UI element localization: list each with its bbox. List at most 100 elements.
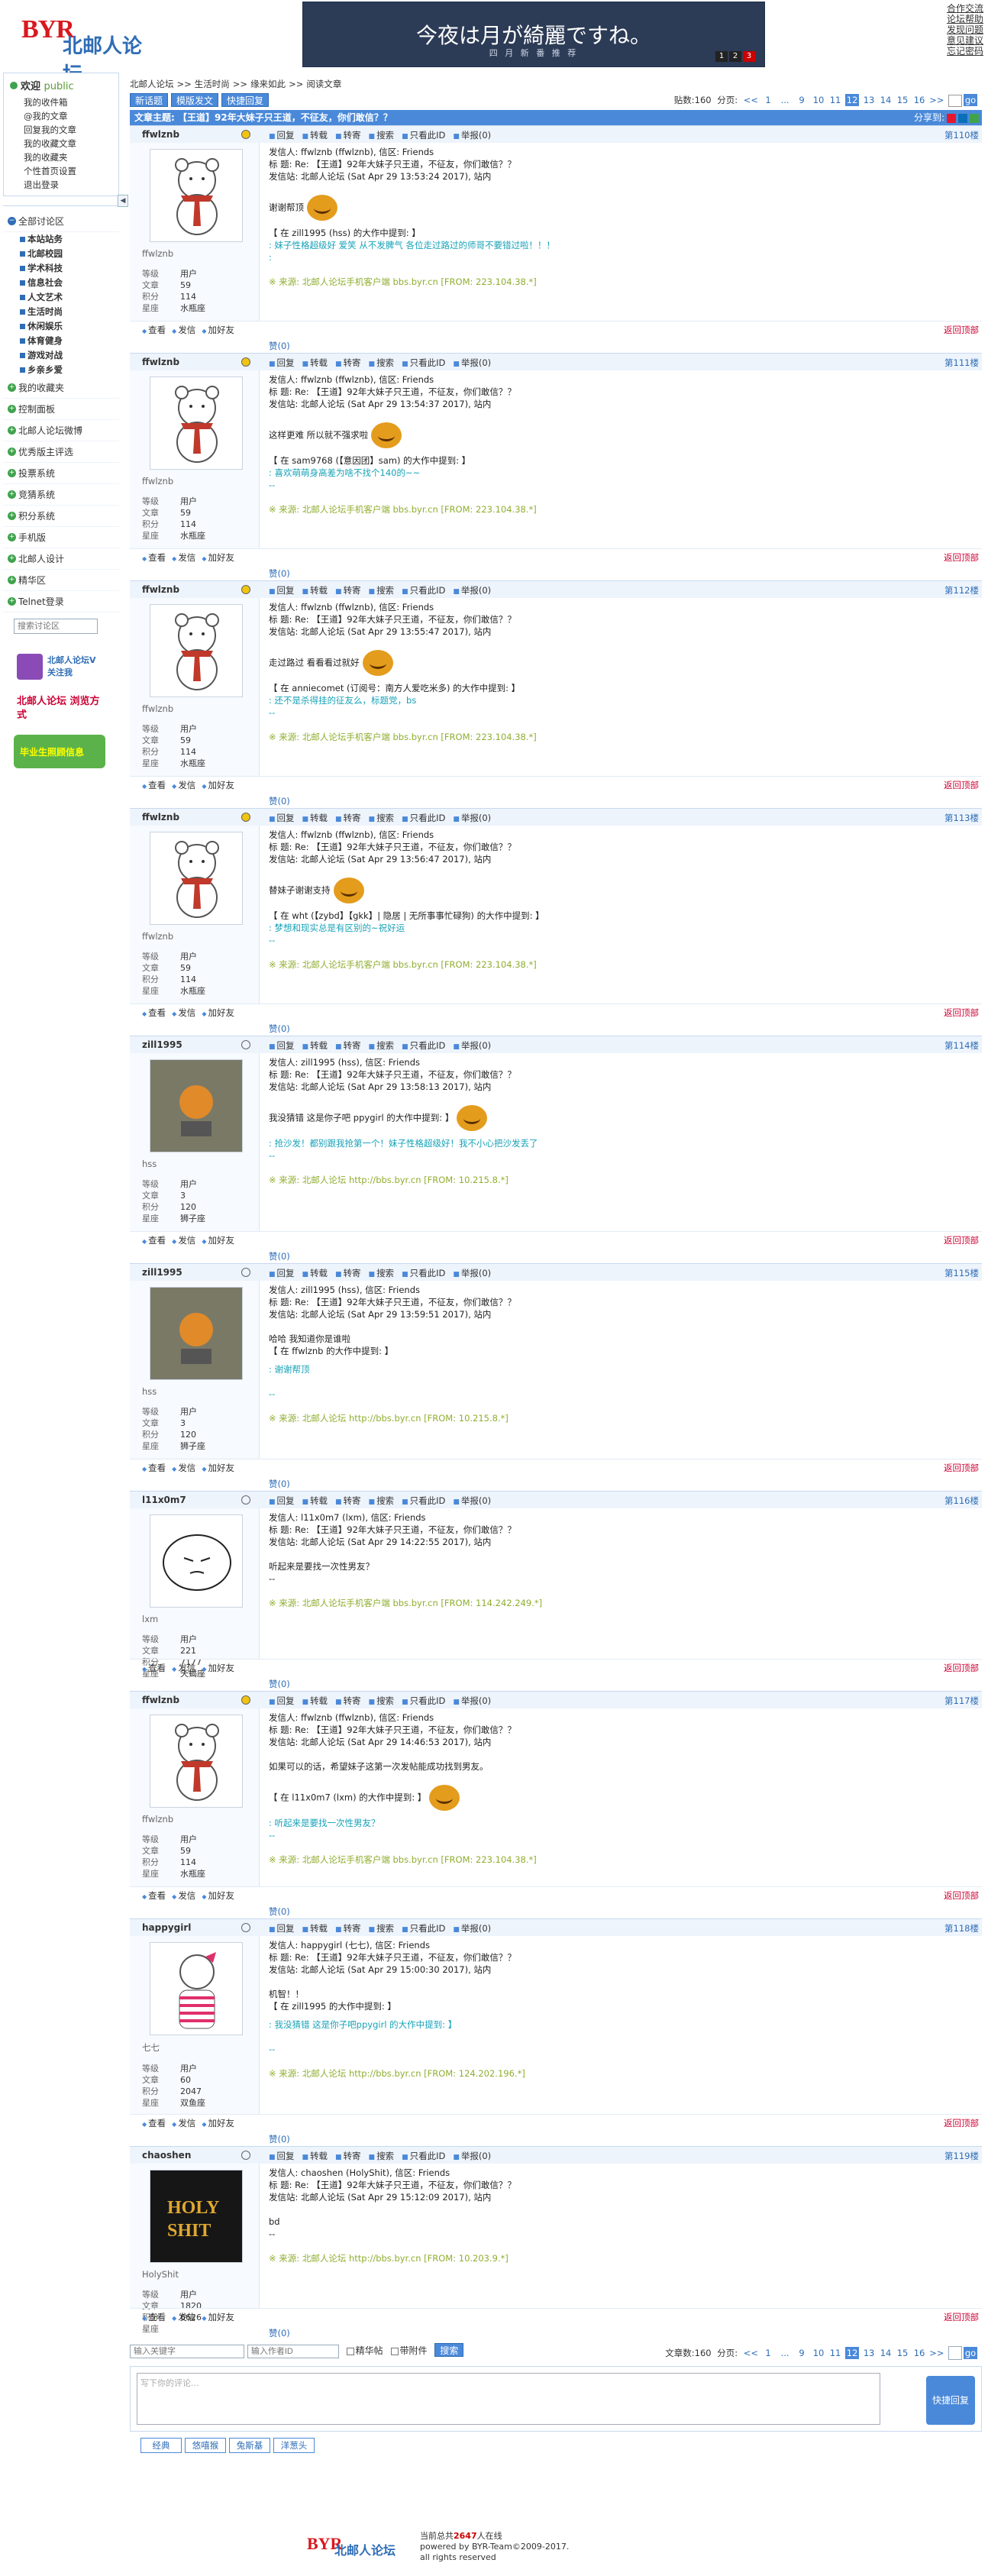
elite-checkbox[interactable] (346, 2347, 354, 2355)
avatar[interactable]: HOLY SHIT (150, 2170, 243, 2263)
page-last[interactable]: >> (929, 94, 944, 106)
link-report-issue[interactable]: 发现问题 (947, 24, 983, 35)
page-10[interactable]: 10 (812, 94, 825, 106)
mail-link[interactable]: 发信 (172, 1663, 195, 1673)
reply-button[interactable]: 回复 (269, 2151, 295, 2161)
report-button[interactable]: 举报(0) (453, 813, 491, 823)
section-games[interactable]: 游戏对战 (20, 348, 119, 363)
like-button[interactable]: 赞(0) (269, 1023, 290, 1035)
back-to-top-link[interactable]: 返回顶部 (944, 2311, 979, 2323)
post-author-id[interactable]: ffwlznb (142, 1695, 179, 1705)
page-12[interactable]: 12 (845, 94, 860, 106)
search-button[interactable]: 搜索 (369, 1695, 395, 1706)
add-friend-link[interactable]: 加好友 (202, 1890, 234, 1901)
search-button[interactable]: 搜索 (369, 130, 395, 141)
back-to-top-link[interactable]: 返回顶部 (944, 1889, 979, 1902)
mail-link[interactable]: 发信 (172, 780, 195, 790)
section-arts[interactable]: 人文艺术 (20, 290, 119, 305)
search-button[interactable]: 搜索 (369, 2151, 395, 2161)
quick-reply-submit[interactable]: 快捷回复 (926, 2376, 975, 2425)
back-to-top-link[interactable]: 返回顶部 (944, 324, 979, 336)
floor-number[interactable]: 第119楼 (944, 2150, 979, 2162)
only-id-button[interactable]: 只看此ID (402, 1923, 445, 1934)
avatar[interactable] (150, 832, 243, 925)
add-friend-link[interactable]: 加好友 (202, 780, 234, 790)
banner-page-3[interactable]: 3 (743, 51, 755, 62)
add-friend-link[interactable]: 加好友 (202, 552, 234, 563)
nav-guess[interactable]: + 竞猜系统 (3, 484, 119, 506)
avatar[interactable] (150, 604, 243, 697)
post-author-id[interactable]: ffwlznb (142, 357, 179, 367)
back-to-top-link[interactable]: 返回顶部 (944, 1662, 979, 1674)
view-link[interactable]: 查看 (142, 2312, 166, 2322)
floor-number[interactable]: 第116楼 (944, 1495, 979, 1507)
like-button[interactable]: 赞(0) (269, 2133, 290, 2145)
promo-weibo[interactable]: 北邮人论坛V 关注我 (14, 649, 105, 683)
view-link[interactable]: 查看 (142, 1463, 166, 1473)
view-link[interactable]: 查看 (142, 2118, 166, 2128)
quick-reply-button[interactable]: 快捷回复 (221, 93, 270, 107)
back-to-top-link[interactable]: 返回顶部 (944, 2117, 979, 2129)
like-button[interactable]: 赞(0) (269, 795, 290, 807)
promo-browse[interactable]: 北邮人论坛 浏览方式 (14, 692, 105, 726)
avatar[interactable] (150, 377, 243, 470)
emo-tab-onion[interactable]: 洋葱头 (273, 2438, 315, 2453)
page-13[interactable]: 13 (862, 94, 876, 106)
attach-checkbox[interactable] (390, 2347, 399, 2355)
forward-button[interactable]: 转载 (302, 130, 328, 141)
search-button[interactable]: 搜索 (369, 1923, 395, 1934)
floor-number[interactable]: 第118楼 (944, 1922, 979, 1934)
nav-all-boards[interactable]: − 全部讨论区 (3, 211, 119, 232)
report-button[interactable]: 举报(0) (453, 1695, 491, 1706)
view-link[interactable]: 查看 (142, 1663, 166, 1673)
report-button[interactable]: 举报(0) (453, 1268, 491, 1278)
floor-number[interactable]: 第115楼 (944, 1267, 979, 1279)
mail-button[interactable]: 转寄 (335, 1268, 361, 1278)
forward-button[interactable]: 转载 (302, 1495, 328, 1506)
only-id-button[interactable]: 只看此ID (402, 1495, 445, 1506)
link-forgot-password[interactable]: 忘记密码 (947, 46, 983, 57)
add-friend-link[interactable]: 加好友 (202, 325, 234, 335)
nav-favorites[interactable]: + 我的收藏夹 (3, 377, 119, 399)
page-go-button[interactable]: go (964, 94, 977, 106)
avatar[interactable] (150, 1287, 243, 1380)
nav-elite[interactable]: + 精华区 (3, 570, 119, 591)
view-link[interactable]: 查看 (142, 1007, 166, 1018)
menu-logout[interactable]: 退出登录 (24, 178, 114, 192)
post-author-id[interactable]: happygirl (142, 1922, 191, 1933)
like-button[interactable]: 赞(0) (269, 2327, 290, 2339)
reply-button[interactable]: 回复 (269, 1268, 295, 1278)
mail-link[interactable]: 发信 (172, 2312, 195, 2322)
section-site[interactable]: 本站站务 (20, 232, 119, 247)
section-sports[interactable]: 体育健身 (20, 334, 119, 348)
reply-button[interactable]: 回复 (269, 813, 295, 823)
renren-share-icon[interactable] (958, 113, 967, 123)
forward-button[interactable]: 转载 (302, 813, 328, 823)
section-leisure[interactable]: 休闲娱乐 (20, 319, 119, 334)
page-go-button[interactable]: go (964, 2346, 977, 2359)
menu-home-settings[interactable]: 个性首页设置 (24, 164, 114, 178)
view-link[interactable]: 查看 (142, 552, 166, 563)
like-button[interactable]: 赞(0) (269, 1250, 290, 1262)
view-link[interactable]: 查看 (142, 1235, 166, 1246)
report-button[interactable]: 举报(0) (453, 1923, 491, 1934)
floor-number[interactable]: 第112楼 (944, 584, 979, 596)
only-id-button[interactable]: 只看此ID (402, 130, 445, 141)
mail-button[interactable]: 转寄 (335, 585, 361, 596)
avatar[interactable] (150, 1059, 243, 1152)
reply-textarea[interactable]: 写下你的评论... (137, 2373, 880, 2425)
only-id-button[interactable]: 只看此ID (402, 2151, 445, 2161)
forward-button[interactable]: 转载 (302, 1268, 328, 1278)
avatar[interactable] (150, 149, 243, 242)
banner-page-1[interactable]: 1 (715, 51, 728, 62)
search-button[interactable]: 搜索 (369, 585, 395, 596)
mail-button[interactable]: 转寄 (335, 1495, 361, 1506)
search-button[interactable]: 搜索 (369, 1040, 395, 1051)
nav-moderator-vote[interactable]: + 优秀版主评选 (3, 441, 119, 463)
post-author-id[interactable]: ffwlznb (142, 812, 179, 823)
report-button[interactable]: 举报(0) (453, 1495, 491, 1506)
add-friend-link[interactable]: 加好友 (202, 1463, 234, 1473)
reply-button[interactable]: 回复 (269, 357, 295, 368)
section-campus[interactable]: 北邮校园 (20, 247, 119, 261)
mail-button[interactable]: 转寄 (335, 1040, 361, 1051)
